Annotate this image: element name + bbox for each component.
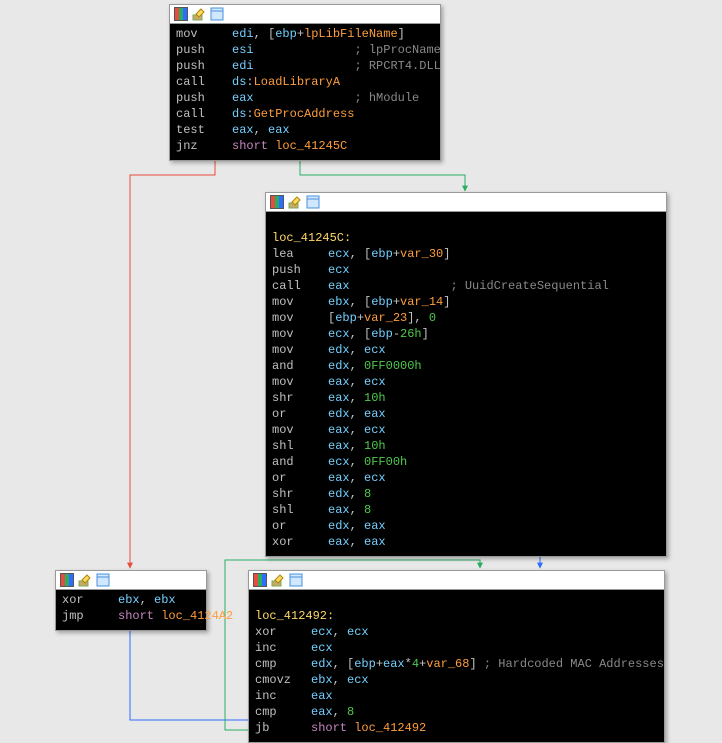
block-titlebar[interactable] — [56, 571, 206, 590]
edit-icon — [78, 573, 92, 587]
window-icon — [289, 573, 303, 587]
block-label: loc_41245C: — [272, 231, 351, 245]
disasm-block-n1[interactable]: movedi, [ebp+lpLibFileName] pushesi ; lp… — [169, 4, 441, 161]
block-titlebar[interactable] — [249, 571, 664, 590]
block-code: xorebx, ebx jmpshort loc_4124A2 — [56, 590, 206, 630]
edit-icon — [192, 7, 206, 21]
color-icon — [253, 573, 267, 587]
edit-icon — [271, 573, 285, 587]
color-icon — [174, 7, 188, 21]
disasm-block-n2[interactable]: loc_41245C: leaecx, [ebp+var_30] pushecx… — [265, 192, 667, 557]
disasm-block-n3[interactable]: xorebx, ebx jmpshort loc_4124A2 — [55, 570, 207, 631]
edit-icon — [288, 195, 302, 209]
block-titlebar[interactable] — [170, 5, 440, 24]
block-titlebar[interactable] — [266, 193, 666, 212]
block-code: loc_41245C: leaecx, [ebp+var_30] pushecx… — [266, 212, 666, 556]
block-code: movedi, [ebp+lpLibFileName] pushesi ; lp… — [170, 24, 440, 160]
color-icon — [60, 573, 74, 587]
window-icon — [306, 195, 320, 209]
color-icon — [270, 195, 284, 209]
disasm-block-n4[interactable]: loc_412492: xorecx, ecx incecx cmpedx, [… — [248, 570, 665, 743]
block-label: loc_412492: — [255, 609, 334, 623]
window-icon — [96, 573, 110, 587]
block-code: loc_412492: xorecx, ecx incecx cmpedx, [… — [249, 590, 664, 742]
window-icon — [210, 7, 224, 21]
